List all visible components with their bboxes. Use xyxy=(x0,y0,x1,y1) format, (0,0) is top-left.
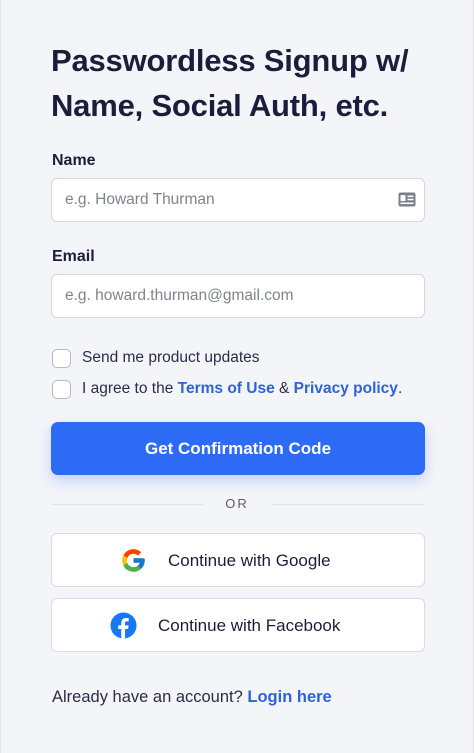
login-prompt: Already have an account? Login here xyxy=(52,688,332,707)
name-label: Name xyxy=(52,152,96,169)
divider-right xyxy=(271,504,425,505)
page-title-line-2: Name, Social Auth, etc. xyxy=(51,88,389,123)
continue-with-google-button[interactable]: Continue with Google xyxy=(51,533,425,587)
updates-checkbox-row[interactable]: Send me product updates xyxy=(52,348,260,368)
signup-card: Passwordless Signup w/ Name, Social Auth… xyxy=(0,0,474,753)
email-field[interactable] xyxy=(51,274,425,318)
agree-checkbox-row[interactable]: I agree to the Terms of Use & Privacy po… xyxy=(52,379,402,399)
page-title-line-1: Passwordless Signup w/ xyxy=(51,43,409,78)
or-divider-text: OR xyxy=(225,496,249,511)
email-label: Email xyxy=(52,248,95,265)
login-prompt-text: Already have an account? xyxy=(52,688,248,706)
google-icon xyxy=(122,549,145,572)
agree-checkbox-label: I agree to the Terms of Use & Privacy po… xyxy=(82,380,402,398)
agree-suffix: . xyxy=(397,380,403,397)
updates-checkbox[interactable] xyxy=(52,348,71,368)
terms-of-use-link[interactable]: Terms of Use xyxy=(178,380,275,397)
updates-checkbox-label: Send me product updates xyxy=(82,349,260,366)
privacy-policy-link[interactable]: Privacy policy xyxy=(294,380,398,397)
agree-prefix: I agree to the xyxy=(82,380,178,397)
continue-with-facebook-button[interactable]: Continue with Facebook xyxy=(51,598,425,652)
facebook-button-label: Continue with Facebook xyxy=(158,616,341,635)
agree-checkbox[interactable] xyxy=(52,379,71,399)
page-title: Passwordless Signup w/ Name, Social Auth… xyxy=(51,38,431,128)
id-card-icon xyxy=(398,192,416,207)
google-button-label: Continue with Google xyxy=(168,551,331,570)
login-here-link[interactable]: Login here xyxy=(247,688,331,706)
facebook-icon xyxy=(110,612,137,639)
divider-left xyxy=(51,504,203,505)
name-field[interactable] xyxy=(51,178,425,222)
agree-ampersand: & xyxy=(274,380,294,397)
get-confirmation-code-button[interactable]: Get Confirmation Code xyxy=(51,422,425,475)
